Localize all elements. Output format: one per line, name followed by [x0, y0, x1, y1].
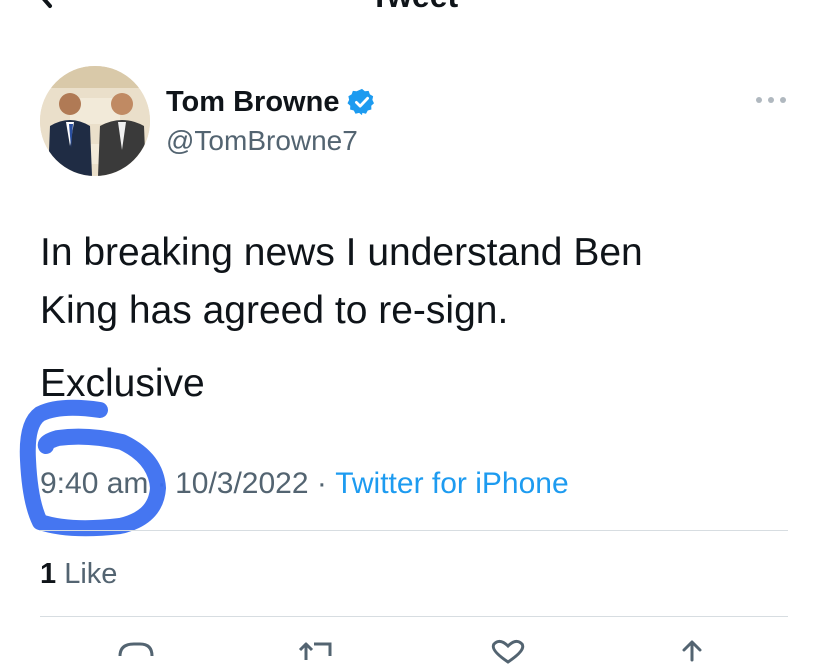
retweet-icon[interactable] [296, 636, 340, 666]
tweet-text-exclusive: Exclusive [40, 362, 205, 405]
more-icon[interactable] [754, 90, 788, 110]
author-name[interactable]: Tom Browne [166, 84, 339, 120]
tweet-time[interactable]: 9:40 am [40, 464, 148, 504]
tweet-date[interactable]: 10/3/2022 [175, 464, 308, 504]
tweet-source-link[interactable]: Twitter for iPhone [335, 464, 568, 504]
tweet-meta: 9:40 am · 10/3/2022 · Twitter for iPhone [40, 464, 569, 504]
likes-stat[interactable]: 1 Like [40, 556, 117, 592]
share-icon[interactable] [670, 636, 714, 666]
divider [40, 616, 788, 617]
like-count: 1 [40, 558, 57, 590]
tweet-text: In breaking news I understand Ben King h… [40, 231, 643, 332]
reply-icon[interactable] [114, 636, 158, 666]
like-label: Like [56, 558, 118, 590]
author-handle[interactable]: @TomBrowne7 [166, 124, 358, 158]
verified-badge-icon [347, 88, 375, 116]
divider [40, 530, 788, 531]
meta-separator: · [308, 467, 336, 500]
page-title: Tweet [0, 0, 828, 14]
meta-separator: · [148, 467, 176, 500]
like-icon[interactable] [486, 636, 530, 666]
avatar[interactable] [40, 66, 150, 176]
profile-photo-icon [40, 66, 150, 176]
